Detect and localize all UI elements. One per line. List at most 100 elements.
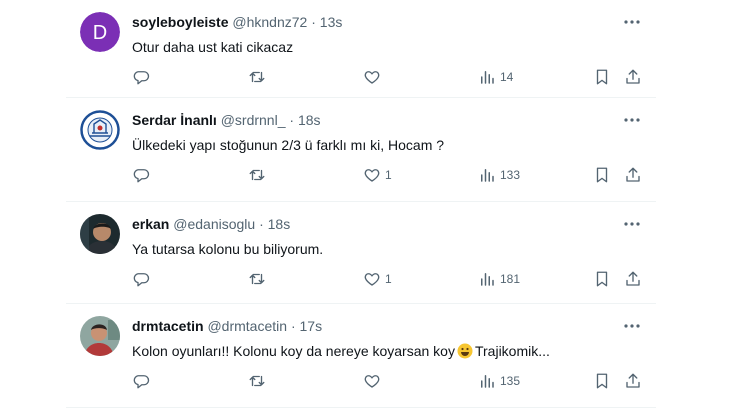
reply-button[interactable] bbox=[132, 164, 154, 186]
tweet-text-body: Kolon oyunları!! Kolonu koy da nereye ko… bbox=[132, 343, 455, 359]
user-name[interactable]: erkan bbox=[132, 216, 169, 232]
retweet-button[interactable] bbox=[248, 164, 270, 186]
views-icon bbox=[481, 71, 494, 84]
retweet-icon bbox=[249, 273, 265, 285]
separator-dot: · bbox=[290, 318, 296, 334]
reply-button[interactable] bbox=[132, 66, 154, 88]
tweet-text-body: Ya tutarsa kolonu bu biliyorum. bbox=[132, 241, 324, 257]
views-count: 133 bbox=[500, 168, 521, 182]
tweet-header: soyleboyleiste @hkndnz72 · 13s bbox=[132, 14, 616, 30]
tweet-header: erkan @edanisoglu · 18s bbox=[132, 216, 616, 232]
like-icon bbox=[364, 71, 380, 84]
share-icon bbox=[626, 271, 640, 286]
bookmark-button[interactable] bbox=[593, 268, 611, 290]
bookmark-icon bbox=[596, 167, 608, 183]
views-icon bbox=[481, 273, 494, 286]
views-button[interactable]: 14 bbox=[478, 66, 513, 88]
share-button[interactable] bbox=[624, 268, 642, 290]
separator-dot: · bbox=[311, 14, 316, 30]
share-icon bbox=[626, 167, 640, 182]
like-button[interactable] bbox=[363, 370, 385, 392]
bookmark-icon bbox=[596, 373, 608, 389]
more-icon[interactable] bbox=[622, 316, 642, 336]
tweet-text-body: Otur daha ust kati cikacaz bbox=[132, 39, 294, 55]
share-icon bbox=[626, 69, 640, 84]
separator-dot: · bbox=[289, 112, 295, 128]
reply-icon bbox=[133, 169, 150, 183]
retweet-button[interactable] bbox=[248, 268, 270, 290]
views-button[interactable]: 135 bbox=[478, 370, 520, 392]
views-count: 181 bbox=[500, 272, 521, 286]
bookmark-icon bbox=[596, 69, 608, 85]
views-button[interactable]: 181 bbox=[478, 268, 520, 290]
action-bar: 14 bbox=[66, 66, 656, 90]
smiley-emoji bbox=[457, 343, 473, 359]
bookmark-button[interactable] bbox=[593, 164, 611, 186]
avatar[interactable]: D bbox=[80, 12, 120, 52]
views-icon bbox=[481, 169, 494, 182]
tweet[interactable]: D soyleboyleiste @hkndnz72 · 13s Otur da… bbox=[66, 0, 656, 98]
views-icon bbox=[481, 375, 494, 388]
user-name[interactable]: drmtacetin bbox=[132, 318, 204, 334]
reply-button[interactable] bbox=[132, 370, 154, 392]
tweet-text-body: Ülkedeki yapı stoğunun 2/3 ü farklı mı k… bbox=[132, 137, 445, 153]
user-name[interactable]: soyleboyleiste bbox=[132, 14, 229, 30]
tweet-text: Otur daha ust kati cikacaz bbox=[132, 38, 636, 56]
like-count: 1 bbox=[385, 168, 392, 182]
retweet-icon bbox=[249, 71, 265, 83]
retweet-button[interactable] bbox=[248, 370, 270, 392]
share-icon bbox=[626, 373, 640, 388]
user-name[interactable]: Serdar İnanlı bbox=[132, 112, 217, 128]
retweet-button[interactable] bbox=[248, 66, 270, 88]
tweet[interactable]: drmtacetin @drmtacetin · 17s Kolon oyunl… bbox=[66, 304, 656, 408]
more-icon[interactable] bbox=[622, 214, 642, 234]
avatar[interactable] bbox=[80, 316, 120, 356]
avatar[interactable] bbox=[80, 110, 120, 150]
user-handle[interactable]: @srdrnnl_ bbox=[221, 112, 286, 128]
action-bar: 135 bbox=[66, 370, 656, 394]
tweet[interactable]: Serdar İnanlı @srdrnnl_ · 18s Ülkedeki y… bbox=[66, 98, 656, 202]
avatar-letter: D bbox=[93, 22, 107, 44]
like-icon bbox=[364, 375, 380, 388]
more-icon[interactable] bbox=[622, 110, 642, 130]
like-button[interactable]: 1 bbox=[363, 268, 392, 290]
separator-dot: · bbox=[259, 216, 264, 232]
bookmark-button[interactable] bbox=[593, 66, 611, 88]
like-button[interactable] bbox=[363, 66, 385, 88]
retweet-icon bbox=[249, 375, 265, 387]
timestamp[interactable]: 17s bbox=[300, 318, 323, 334]
tweet-header: Serdar İnanlı @srdrnnl_ · 18s bbox=[132, 112, 616, 128]
tweet-text: Ülkedeki yapı stoğunun 2/3 ü farklı mı k… bbox=[132, 136, 636, 154]
tweet-text: Kolon oyunları!! Kolonu koy da nereye ko… bbox=[132, 342, 636, 360]
user-handle[interactable]: @hkndnz72 bbox=[232, 14, 307, 30]
timestamp[interactable]: 13s bbox=[320, 14, 343, 30]
user-handle[interactable]: @edanisoglu bbox=[173, 216, 255, 232]
reply-button[interactable] bbox=[132, 268, 154, 290]
share-button[interactable] bbox=[624, 66, 642, 88]
tweet[interactable]: erkan @edanisoglu · 18s Ya tutarsa kolon… bbox=[66, 202, 656, 304]
share-button[interactable] bbox=[624, 370, 642, 392]
share-button[interactable] bbox=[624, 164, 642, 186]
views-count: 135 bbox=[500, 374, 521, 388]
like-icon bbox=[364, 169, 380, 182]
bookmark-icon bbox=[596, 271, 608, 287]
tweet-header: drmtacetin @drmtacetin · 17s bbox=[132, 318, 616, 334]
bookmark-button[interactable] bbox=[593, 370, 611, 392]
more-icon[interactable] bbox=[622, 12, 642, 32]
retweet-icon bbox=[249, 169, 265, 181]
avatar[interactable] bbox=[80, 214, 120, 254]
reply-icon bbox=[133, 71, 150, 85]
action-bar: 1 133 bbox=[66, 164, 656, 188]
like-button[interactable]: 1 bbox=[363, 164, 392, 186]
like-icon bbox=[364, 273, 380, 286]
tweet-text-tail: Trajikomik... bbox=[474, 343, 550, 359]
timestamp[interactable]: 18s bbox=[298, 112, 321, 128]
timestamp[interactable]: 18s bbox=[268, 216, 291, 232]
like-count: 1 bbox=[385, 272, 392, 286]
views-count: 14 bbox=[500, 70, 514, 84]
views-button[interactable]: 133 bbox=[478, 164, 520, 186]
reply-icon bbox=[133, 273, 150, 287]
user-handle[interactable]: @drmtacetin bbox=[207, 318, 287, 334]
action-bar: 1 181 bbox=[66, 268, 656, 292]
tweet-text: Ya tutarsa kolonu bu biliyorum. bbox=[132, 240, 636, 258]
